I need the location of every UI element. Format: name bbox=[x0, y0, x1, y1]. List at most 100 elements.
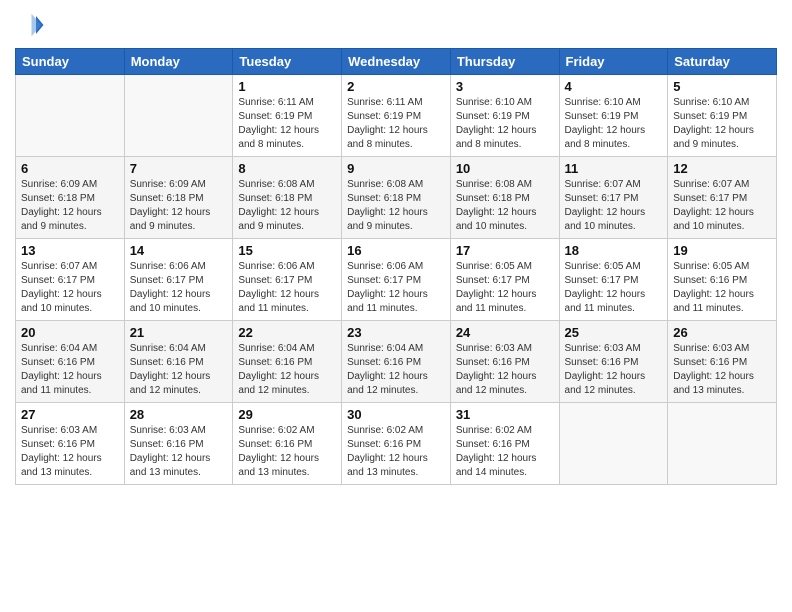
calendar-cell: 6Sunrise: 6:09 AM Sunset: 6:18 PM Daylig… bbox=[16, 157, 125, 239]
day-number: 23 bbox=[347, 325, 445, 340]
day-info: Sunrise: 6:11 AM Sunset: 6:19 PM Dayligh… bbox=[347, 96, 445, 152]
calendar-cell: 27 Sunrise: 6:03 AM Sunset: 6:16 PM Dayli… bbox=[16, 403, 125, 485]
day-number: 4 bbox=[565, 79, 663, 94]
day-number: 18 bbox=[565, 243, 663, 258]
day-info: Sunrise: 6:03 AM Sunset: 6:16 PM Dayligh… bbox=[130, 424, 228, 480]
day-info: Sunrise: 6:11 AM Sunset: 6:19 PM Dayligh… bbox=[238, 96, 336, 152]
day-info: Sunrise: 6:03 AM Sunset: 6:16 PM Dayligh… bbox=[565, 342, 663, 398]
day-info: Sunrise: 6:04 AM Sunset: 6:16 PM Dayligh… bbox=[21, 342, 119, 398]
day-number: 3 bbox=[456, 79, 554, 94]
calendar-cell: 15 Sunrise: 6:06 AM Sunset: 6:17 PM Dayli… bbox=[233, 239, 342, 321]
day-number: 7 bbox=[130, 161, 228, 176]
calendar-week-5: 27 Sunrise: 6:03 AM Sunset: 6:16 PM Dayli… bbox=[16, 403, 777, 485]
day-info: Sunrise: 6:07 AM Sunset: 6:17 PM Dayligh… bbox=[565, 178, 663, 234]
day-number: 9 bbox=[347, 161, 445, 176]
calendar-cell: 14 Sunrise: 6:06 AM Sunset: 6:17 PM Dayli… bbox=[124, 239, 233, 321]
day-number: 12 bbox=[673, 161, 771, 176]
logo-icon bbox=[15, 10, 45, 40]
day-info: Sunrise: 6:08 AM Sunset: 6:18 PM Dayligh… bbox=[238, 178, 336, 234]
day-number: 24 bbox=[456, 325, 554, 340]
page: SundayMondayTuesdayWednesdayThursdayFrid… bbox=[0, 0, 792, 612]
calendar-cell bbox=[559, 403, 668, 485]
day-info: Sunrise: 6:04 AM Sunset: 6:16 PM Dayligh… bbox=[238, 342, 336, 398]
day-number: 26 bbox=[673, 325, 771, 340]
calendar-header-row: SundayMondayTuesdayWednesdayThursdayFrid… bbox=[16, 49, 777, 75]
day-info: Sunrise: 6:09 AM Sunset: 6:18 PM Dayligh… bbox=[130, 178, 228, 234]
calendar-cell: 19 Sunrise: 6:05 AM Sunset: 6:16 PM Dayli… bbox=[668, 239, 777, 321]
day-number: 8 bbox=[238, 161, 336, 176]
calendar-cell: 23Sunrise: 6:04 AM Sunset: 6:16 PM Dayli… bbox=[342, 321, 451, 403]
day-info: Sunrise: 6:05 AM Sunset: 6:16 PM Dayligh… bbox=[673, 260, 771, 316]
day-number: 11 bbox=[565, 161, 663, 176]
calendar-cell: 20 Sunrise: 6:04 AM Sunset: 6:16 PM Dayli… bbox=[16, 321, 125, 403]
calendar-cell: 9 Sunrise: 6:08 AM Sunset: 6:18 PM Daylig… bbox=[342, 157, 451, 239]
calendar-header-sunday: Sunday bbox=[16, 49, 125, 75]
day-number: 28 bbox=[130, 407, 228, 422]
day-number: 19 bbox=[673, 243, 771, 258]
calendar-cell: 28 Sunrise: 6:03 AM Sunset: 6:16 PM Dayli… bbox=[124, 403, 233, 485]
day-info: Sunrise: 6:06 AM Sunset: 6:17 PM Dayligh… bbox=[347, 260, 445, 316]
day-number: 17 bbox=[456, 243, 554, 258]
day-number: 25 bbox=[565, 325, 663, 340]
calendar-cell bbox=[668, 403, 777, 485]
day-info: Sunrise: 6:06 AM Sunset: 6:17 PM Dayligh… bbox=[130, 260, 228, 316]
calendar-cell: 25 Sunrise: 6:03 AM Sunset: 6:16 PM Dayli… bbox=[559, 321, 668, 403]
day-number: 15 bbox=[238, 243, 336, 258]
calendar-header-friday: Friday bbox=[559, 49, 668, 75]
day-number: 20 bbox=[21, 325, 119, 340]
day-number: 31 bbox=[456, 407, 554, 422]
day-number: 5 bbox=[673, 79, 771, 94]
day-number: 21 bbox=[130, 325, 228, 340]
calendar-header-monday: Monday bbox=[124, 49, 233, 75]
calendar-header-thursday: Thursday bbox=[450, 49, 559, 75]
day-number: 13 bbox=[21, 243, 119, 258]
calendar-week-3: 13Sunrise: 6:07 AM Sunset: 6:17 PM Dayli… bbox=[16, 239, 777, 321]
calendar-cell: 2 Sunrise: 6:11 AM Sunset: 6:19 PM Daylig… bbox=[342, 75, 451, 157]
day-info: Sunrise: 6:08 AM Sunset: 6:18 PM Dayligh… bbox=[456, 178, 554, 234]
day-info: Sunrise: 6:09 AM Sunset: 6:18 PM Dayligh… bbox=[21, 178, 119, 234]
calendar-cell: 16Sunrise: 6:06 AM Sunset: 6:17 PM Dayli… bbox=[342, 239, 451, 321]
day-info: Sunrise: 6:03 AM Sunset: 6:16 PM Dayligh… bbox=[21, 424, 119, 480]
calendar-cell: 13Sunrise: 6:07 AM Sunset: 6:17 PM Dayli… bbox=[16, 239, 125, 321]
calendar-header-saturday: Saturday bbox=[668, 49, 777, 75]
day-info: Sunrise: 6:02 AM Sunset: 6:16 PM Dayligh… bbox=[238, 424, 336, 480]
day-number: 14 bbox=[130, 243, 228, 258]
calendar-cell: 26Sunrise: 6:03 AM Sunset: 6:16 PM Dayli… bbox=[668, 321, 777, 403]
day-info: Sunrise: 6:03 AM Sunset: 6:16 PM Dayligh… bbox=[456, 342, 554, 398]
calendar-cell: 21 Sunrise: 6:04 AM Sunset: 6:16 PM Dayli… bbox=[124, 321, 233, 403]
day-number: 2 bbox=[347, 79, 445, 94]
day-info: Sunrise: 6:08 AM Sunset: 6:18 PM Dayligh… bbox=[347, 178, 445, 234]
calendar-cell: 11 Sunrise: 6:07 AM Sunset: 6:17 PM Dayli… bbox=[559, 157, 668, 239]
calendar-cell bbox=[124, 75, 233, 157]
calendar-cell: 8 Sunrise: 6:08 AM Sunset: 6:18 PM Daylig… bbox=[233, 157, 342, 239]
calendar-cell bbox=[16, 75, 125, 157]
header bbox=[15, 10, 777, 40]
day-info: Sunrise: 6:07 AM Sunset: 6:17 PM Dayligh… bbox=[673, 178, 771, 234]
day-info: Sunrise: 6:02 AM Sunset: 6:16 PM Dayligh… bbox=[347, 424, 445, 480]
calendar-cell: 12 Sunrise: 6:07 AM Sunset: 6:17 PM Dayli… bbox=[668, 157, 777, 239]
day-info: Sunrise: 6:05 AM Sunset: 6:17 PM Dayligh… bbox=[565, 260, 663, 316]
calendar-cell: 4 Sunrise: 6:10 AM Sunset: 6:19 PM Daylig… bbox=[559, 75, 668, 157]
calendar-cell: 17 Sunrise: 6:05 AM Sunset: 6:17 PM Dayli… bbox=[450, 239, 559, 321]
day-number: 27 bbox=[21, 407, 119, 422]
calendar-cell: 10 Sunrise: 6:08 AM Sunset: 6:18 PM Dayli… bbox=[450, 157, 559, 239]
day-info: Sunrise: 6:06 AM Sunset: 6:17 PM Dayligh… bbox=[238, 260, 336, 316]
day-number: 1 bbox=[238, 79, 336, 94]
day-number: 10 bbox=[456, 161, 554, 176]
day-info: Sunrise: 6:05 AM Sunset: 6:17 PM Dayligh… bbox=[456, 260, 554, 316]
day-number: 29 bbox=[238, 407, 336, 422]
day-info: Sunrise: 6:10 AM Sunset: 6:19 PM Dayligh… bbox=[673, 96, 771, 152]
calendar-cell: 31Sunrise: 6:02 AM Sunset: 6:16 PM Dayli… bbox=[450, 403, 559, 485]
calendar-week-1: 1 Sunrise: 6:11 AM Sunset: 6:19 PM Daylig… bbox=[16, 75, 777, 157]
day-number: 30 bbox=[347, 407, 445, 422]
calendar-cell: 18 Sunrise: 6:05 AM Sunset: 6:17 PM Dayli… bbox=[559, 239, 668, 321]
calendar-cell: 29 Sunrise: 6:02 AM Sunset: 6:16 PM Dayli… bbox=[233, 403, 342, 485]
calendar-week-4: 20 Sunrise: 6:04 AM Sunset: 6:16 PM Dayli… bbox=[16, 321, 777, 403]
day-info: Sunrise: 6:04 AM Sunset: 6:16 PM Dayligh… bbox=[130, 342, 228, 398]
calendar-cell: 7 Sunrise: 6:09 AM Sunset: 6:18 PM Daylig… bbox=[124, 157, 233, 239]
calendar-header-wednesday: Wednesday bbox=[342, 49, 451, 75]
calendar-cell: 1 Sunrise: 6:11 AM Sunset: 6:19 PM Daylig… bbox=[233, 75, 342, 157]
day-number: 22 bbox=[238, 325, 336, 340]
calendar-cell: 24 Sunrise: 6:03 AM Sunset: 6:16 PM Dayli… bbox=[450, 321, 559, 403]
day-info: Sunrise: 6:10 AM Sunset: 6:19 PM Dayligh… bbox=[565, 96, 663, 152]
